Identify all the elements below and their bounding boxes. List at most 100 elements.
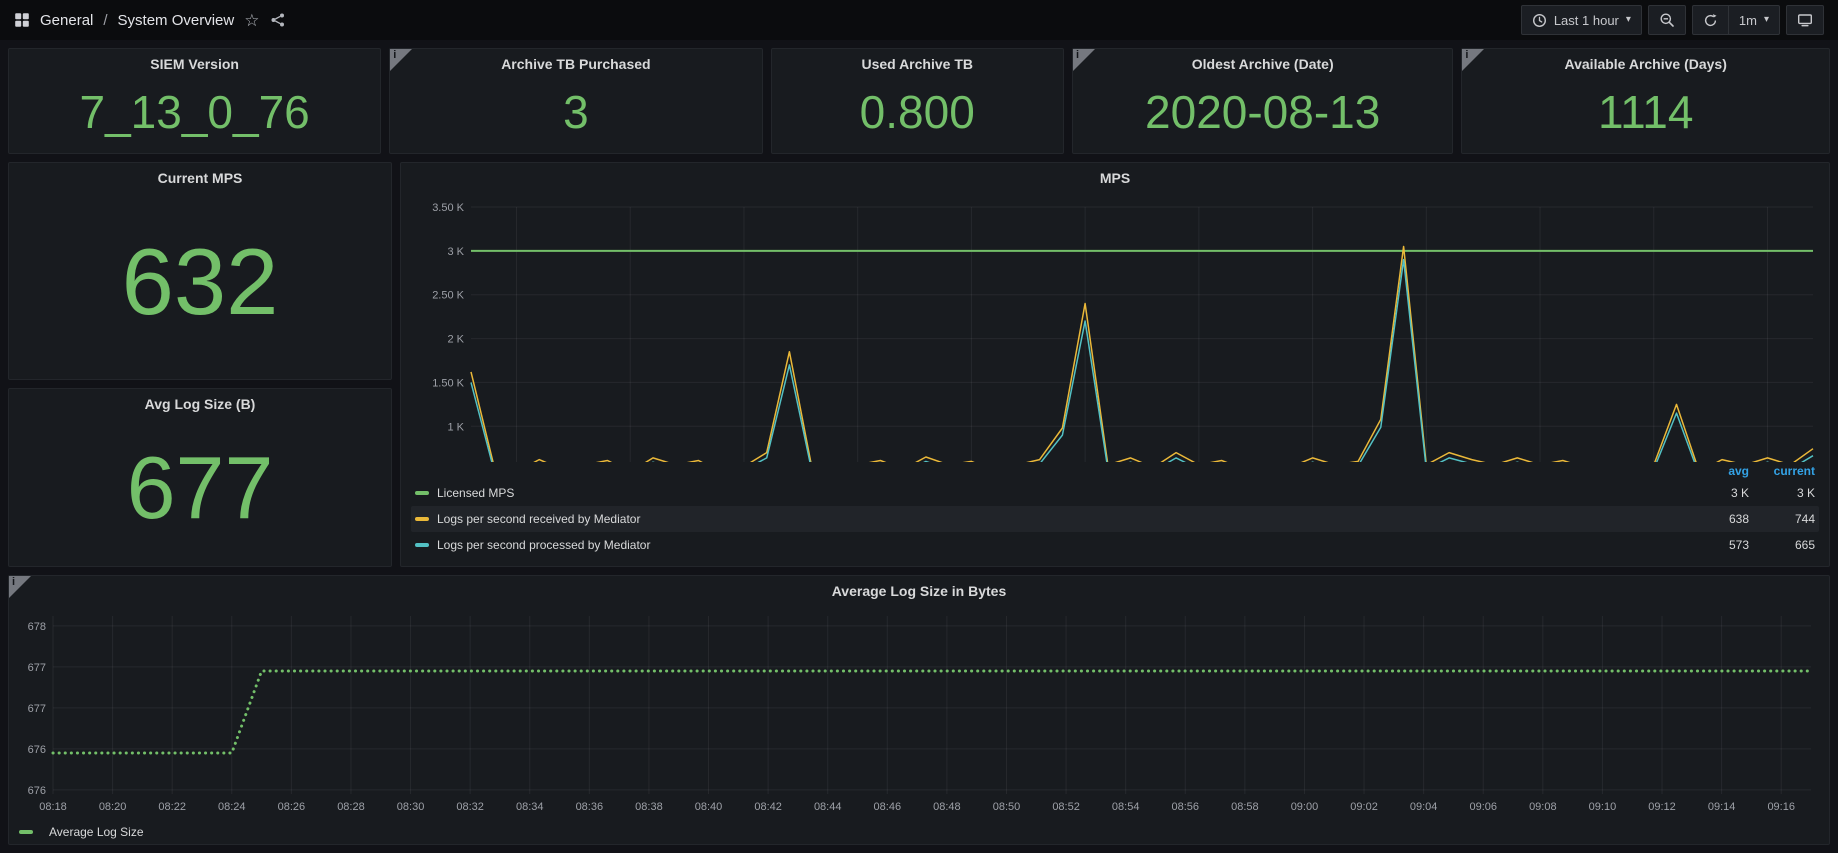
panel-oldest-archive: i Oldest Archive (Date) 2020-08-13 (1072, 48, 1453, 154)
panel-mps-chart: MPS 05001 K1.50 K2 K2.50 K3 K3.50 K08:20… (400, 162, 1830, 567)
stat-value: 2020-08-13 (1073, 79, 1452, 153)
panel-info-icon[interactable]: i (390, 49, 412, 71)
breadcrumb-dashboard-title[interactable]: System Overview (118, 12, 235, 29)
breadcrumb-separator: / (103, 12, 107, 29)
panel-used-archive-tb: Used Archive TB 0.800 (771, 48, 1064, 154)
top-navbar: General / System Overview ☆ Last 1 hour … (0, 0, 1838, 40)
svg-text:08:48: 08:48 (933, 801, 961, 813)
refresh-icon (1703, 13, 1718, 28)
svg-text:08:42: 08:42 (754, 801, 782, 813)
svg-text:1.50 K: 1.50 K (432, 377, 464, 389)
legend-col-avg: avg (1683, 464, 1749, 478)
series-label: Average Log Size (49, 825, 144, 839)
series-color-swatch (415, 517, 429, 521)
svg-text:08:18: 08:18 (39, 801, 67, 813)
stat-value: 677 (9, 419, 391, 566)
refresh-interval-label: 1m (1739, 13, 1757, 28)
panel-title[interactable]: SIEM Version (9, 49, 380, 79)
stat-value: 7_13_0_76 (9, 79, 380, 153)
star-icon[interactable]: ☆ (244, 12, 259, 29)
svg-text:08:26: 08:26 (278, 801, 306, 813)
avg-log-legend[interactable]: Average Log Size (9, 820, 1829, 844)
stat-value: 1114 (1462, 79, 1829, 153)
zoom-out-icon (1659, 12, 1675, 28)
svg-text:08:40: 08:40 (695, 801, 723, 813)
series-avg-value: 638 (1683, 512, 1749, 526)
series-color-swatch (415, 491, 429, 495)
stat-value: 0.800 (772, 79, 1063, 153)
panel-info-icon[interactable]: i (1073, 49, 1095, 71)
refresh-button[interactable] (1692, 5, 1729, 35)
panel-current-mps: Current MPS 632 (8, 162, 392, 380)
svg-text:1 K: 1 K (447, 421, 464, 433)
svg-text:08:30: 08:30 (397, 801, 425, 813)
svg-text:09:00: 09:00 (1291, 801, 1319, 813)
svg-text:08:24: 08:24 (218, 801, 246, 813)
svg-text:676: 676 (28, 744, 46, 756)
panel-info-icon[interactable]: i (9, 576, 31, 598)
series-current-value: 665 (1749, 538, 1815, 552)
panel-available-archive-days: i Available Archive (Days) 1114 (1461, 48, 1830, 154)
panel-title[interactable]: Current MPS (9, 163, 391, 193)
stat-value: 3 (390, 79, 761, 153)
series-color-swatch (415, 543, 429, 547)
svg-text:676: 676 (28, 785, 46, 797)
svg-text:09:12: 09:12 (1648, 801, 1676, 813)
time-range-picker[interactable]: Last 1 hour ▾ (1521, 5, 1642, 35)
stat-value: 632 (9, 193, 391, 379)
series-avg-value: 3 K (1683, 486, 1749, 500)
dashboards-grid-icon[interactable] (14, 12, 30, 28)
svg-text:08:46: 08:46 (874, 801, 902, 813)
series-label: Logs per second received by Mediator (437, 512, 1683, 526)
svg-text:2.50 K: 2.50 K (432, 290, 464, 302)
monitor-icon (1797, 12, 1813, 28)
panel-siem-version: SIEM Version 7_13_0_76 (8, 48, 381, 154)
svg-text:08:28: 08:28 (337, 801, 365, 813)
panel-title[interactable]: Available Archive (Days) (1462, 49, 1829, 79)
panel-archive-tb-purchased: i Archive TB Purchased 3 (389, 48, 762, 154)
panel-title[interactable]: MPS (401, 163, 1829, 193)
avg-log-chart-plot[interactable]: 67867767767667608:1808:2008:2208:2408:26… (9, 606, 1829, 820)
series-color-swatch (19, 830, 33, 834)
legend-col-current: current (1749, 464, 1815, 478)
svg-text:2 K: 2 K (447, 334, 464, 346)
svg-text:08:54: 08:54 (1112, 801, 1140, 813)
svg-text:09:02: 09:02 (1350, 801, 1378, 813)
svg-text:09:08: 09:08 (1529, 801, 1557, 813)
clock-icon (1532, 13, 1547, 28)
series-avg-value: 573 (1683, 538, 1749, 552)
svg-text:09:16: 09:16 (1767, 801, 1795, 813)
mps-legend: avg current Licensed MPS3 K3 KLogs per s… (401, 462, 1829, 566)
svg-text:3.50 K: 3.50 K (432, 202, 464, 214)
zoom-out-button[interactable] (1648, 5, 1686, 35)
time-range-label: Last 1 hour (1554, 13, 1619, 28)
series-current-value: 3 K (1749, 486, 1815, 500)
tv-mode-button[interactable] (1786, 5, 1824, 35)
legend-row[interactable]: Licensed MPS3 K3 K (411, 480, 1819, 506)
panel-info-icon[interactable]: i (1462, 49, 1484, 71)
mps-chart-plot[interactable]: 05001 K1.50 K2 K2.50 K3 K3.50 K08:2008:2… (401, 193, 1829, 462)
svg-text:08:52: 08:52 (1052, 801, 1080, 813)
panel-title[interactable]: Average Log Size in Bytes (9, 576, 1829, 606)
share-icon[interactable] (270, 12, 286, 28)
panel-title[interactable]: Archive TB Purchased (390, 49, 761, 79)
svg-text:08:34: 08:34 (516, 801, 544, 813)
series-label: Licensed MPS (437, 486, 1683, 500)
panel-title[interactable]: Avg Log Size (B) (9, 389, 391, 419)
panel-avg-log-size-chart: i Average Log Size in Bytes 678677677676… (8, 575, 1830, 845)
svg-text:08:22: 08:22 (158, 801, 186, 813)
svg-text:08:32: 08:32 (456, 801, 484, 813)
panel-title[interactable]: Used Archive TB (772, 49, 1063, 79)
svg-text:09:10: 09:10 (1589, 801, 1617, 813)
svg-text:08:50: 08:50 (993, 801, 1021, 813)
svg-text:08:20: 08:20 (99, 801, 127, 813)
svg-text:08:44: 08:44 (814, 801, 842, 813)
svg-text:09:06: 09:06 (1469, 801, 1497, 813)
legend-row[interactable]: Logs per second received by Mediator6387… (411, 506, 1819, 532)
svg-text:677: 677 (28, 662, 46, 674)
legend-row[interactable]: Logs per second processed by Mediator573… (411, 532, 1819, 558)
breadcrumb-folder[interactable]: General (40, 12, 93, 29)
panel-title[interactable]: Oldest Archive (Date) (1073, 49, 1452, 79)
series-current-value: 744 (1749, 512, 1815, 526)
refresh-interval-dropdown[interactable]: 1m ▾ (1729, 5, 1780, 35)
